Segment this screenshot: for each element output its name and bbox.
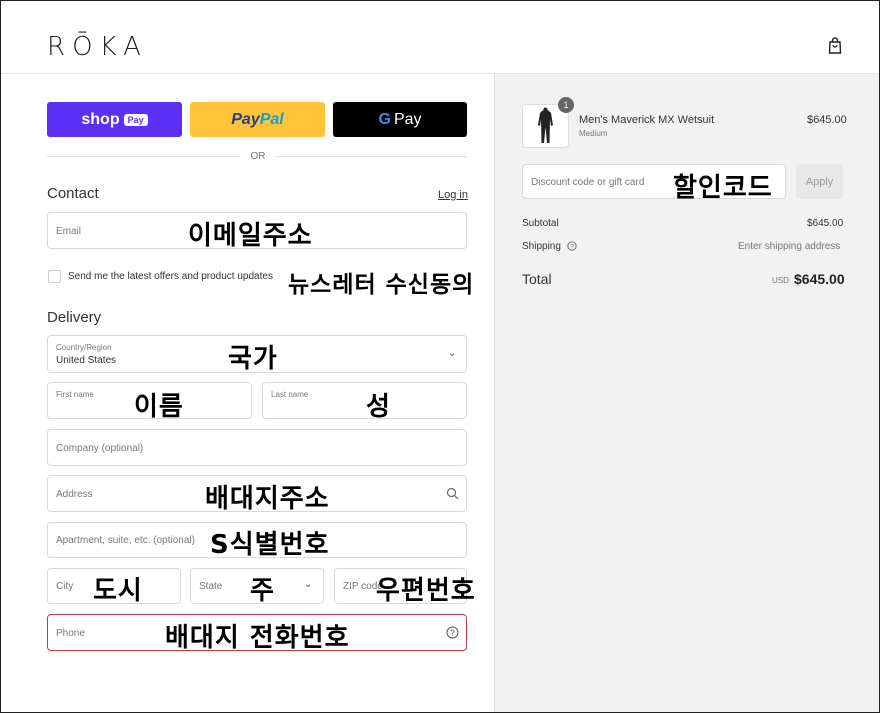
shop-pay-pill: Pay bbox=[123, 113, 148, 126]
roka-logo[interactable]: RŌKA bbox=[47, 32, 148, 62]
or-label: OR bbox=[250, 151, 266, 162]
shipping-label: Shipping bbox=[522, 241, 561, 252]
last-name-field[interactable]: Last name bbox=[262, 382, 467, 419]
last-name-annotation: 성 bbox=[366, 392, 391, 422]
quantity-badge: 1 bbox=[558, 97, 574, 113]
paypal-label-pal: Pal bbox=[259, 110, 284, 128]
google-pay-button[interactable]: G Pay bbox=[333, 102, 467, 137]
apply-button[interactable]: Apply bbox=[796, 164, 843, 199]
shop-pay-button[interactable]: shop Pay bbox=[47, 102, 182, 137]
shop-pay-label: shop bbox=[81, 110, 120, 128]
help-circle-icon[interactable]: ? bbox=[567, 241, 577, 251]
first-name-annotation: 이름 bbox=[134, 392, 184, 422]
email-placeholder: Email bbox=[56, 226, 82, 237]
newsletter-annotation: 뉴스레터 수신동의 bbox=[288, 272, 475, 298]
chevron-down-icon: ⌄ bbox=[304, 579, 313, 590]
email-annotation: 이메일주소 bbox=[188, 221, 313, 251]
zip-annotation: 우편번호 bbox=[376, 576, 476, 606]
divider-left bbox=[47, 156, 240, 157]
delivery-heading: Delivery bbox=[47, 309, 102, 326]
company-placeholder: Company (optional) bbox=[56, 443, 144, 454]
address-annotation: 배대지주소 bbox=[205, 484, 330, 514]
phone-annotation: 배대지 전화번호 bbox=[165, 623, 350, 653]
address-placeholder: Address bbox=[56, 489, 93, 500]
help-circle-icon[interactable]: ? bbox=[446, 626, 459, 639]
total-value: $645.00 bbox=[794, 271, 845, 287]
shopping-bag-icon[interactable] bbox=[827, 37, 843, 55]
last-name-placeholder: Last name bbox=[271, 390, 309, 399]
subtotal-value: $645.00 bbox=[807, 218, 844, 229]
city-placeholder: City bbox=[56, 581, 74, 592]
paypal-button[interactable]: Pay Pal bbox=[190, 102, 325, 137]
apartment-annotation: S식별번호 bbox=[210, 530, 330, 560]
log-in-link[interactable]: Log in bbox=[438, 189, 468, 201]
svg-text:?: ? bbox=[450, 629, 455, 638]
chevron-down-icon: ⌄ bbox=[448, 348, 457, 359]
divider-right bbox=[275, 156, 467, 157]
paypal-label-pay: Pay bbox=[231, 110, 260, 128]
country-value: United States bbox=[56, 355, 117, 366]
search-icon bbox=[446, 487, 459, 500]
first-name-placeholder: First name bbox=[56, 390, 94, 399]
country-annotation: 국가 bbox=[228, 344, 278, 374]
product-price: $645.00 bbox=[807, 114, 847, 126]
state-placeholder: State bbox=[199, 581, 223, 592]
city-annotation: 도시 bbox=[93, 576, 143, 606]
header: RŌKA bbox=[1, 1, 879, 74]
newsletter-checkbox[interactable] bbox=[48, 270, 61, 283]
newsletter-label: Send me the latest offers and product up… bbox=[68, 271, 273, 282]
contact-heading: Contact bbox=[47, 185, 99, 202]
product-name: Men's Maverick MX Wetsuit bbox=[579, 114, 715, 126]
country-label: Country/Region bbox=[56, 343, 112, 352]
google-g-icon: G bbox=[378, 110, 391, 128]
currency-code: USD bbox=[772, 276, 789, 285]
company-field[interactable]: Company (optional) bbox=[47, 429, 467, 466]
state-annotation: 주 bbox=[250, 576, 275, 606]
svg-text:?: ? bbox=[570, 244, 574, 251]
product-variant: Medium bbox=[579, 129, 608, 138]
phone-placeholder: Phone bbox=[56, 628, 85, 639]
discount-placeholder: Discount code or gift card bbox=[531, 177, 645, 188]
subtotal-label: Subtotal bbox=[522, 218, 559, 229]
total-label: Total bbox=[522, 271, 552, 287]
apartment-placeholder: Apartment, suite, etc. (optional) bbox=[56, 535, 195, 546]
google-pay-label: Pay bbox=[393, 110, 422, 128]
discount-annotation: 할인코드 bbox=[673, 173, 773, 203]
shipping-value: Enter shipping address bbox=[738, 241, 841, 252]
